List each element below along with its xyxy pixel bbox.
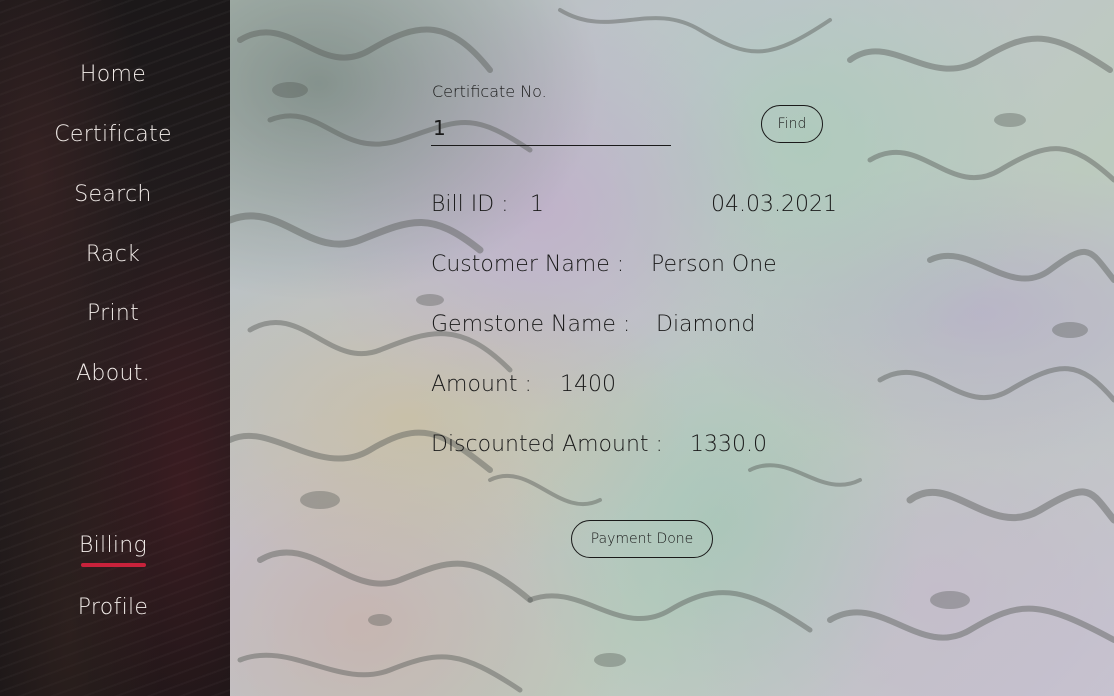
billing-panel xyxy=(230,0,1114,696)
certificate-input[interactable] xyxy=(431,110,671,146)
sidebar-item-print[interactable]: Print xyxy=(0,300,226,328)
bill-date: 04.03.2021 xyxy=(711,192,837,217)
discounted-amount-value: 1330.0 xyxy=(690,432,767,457)
gemstone-name-value: Diamond xyxy=(656,312,756,337)
sidebar-item-rack[interactable]: Rack xyxy=(0,241,226,269)
sidebar-item-about[interactable]: About. xyxy=(0,360,226,388)
sidebar-item-billing[interactable]: Billing xyxy=(0,532,226,560)
discounted-amount-label: Discounted Amount : xyxy=(431,432,663,457)
sidebar: Home Certificate Search Rack Print About… xyxy=(0,0,230,696)
sidebar-item-certificate[interactable]: Certificate xyxy=(0,121,226,149)
app-window: Home Certificate Search Rack Print About… xyxy=(0,0,1114,696)
find-button[interactable]: Find xyxy=(761,105,823,143)
bill-id-label: Bill ID : xyxy=(431,192,509,217)
bill-id-value: 1 xyxy=(530,192,544,217)
certificate-label: Certificate No. xyxy=(432,82,547,101)
payment-done-button[interactable]: Payment Done xyxy=(571,520,713,558)
sidebar-item-home[interactable]: Home xyxy=(0,61,226,89)
customer-name-label: Customer Name : xyxy=(431,252,625,277)
customer-name-value: Person One xyxy=(651,252,777,277)
active-nav-underline xyxy=(81,563,146,567)
sidebar-item-profile[interactable]: Profile xyxy=(0,594,226,622)
amount-label: Amount : xyxy=(431,372,532,397)
sidebar-item-search[interactable]: Search xyxy=(0,181,226,209)
amount-value: 1400 xyxy=(560,372,616,397)
gemstone-name-label: Gemstone Name : xyxy=(431,312,631,337)
background-overlay xyxy=(230,0,1114,696)
